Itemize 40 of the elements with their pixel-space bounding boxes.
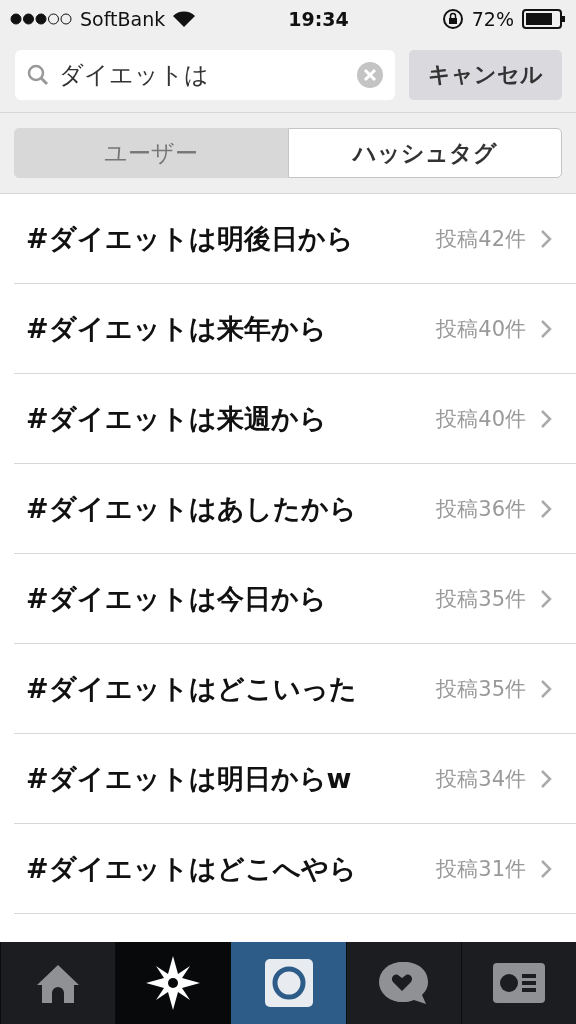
heart-bubble-icon <box>377 960 430 1006</box>
hashtag-label[interactable]: #ダイエットは今日から <box>14 580 437 617</box>
post-count: 投稿34件 <box>436 765 526 793</box>
post-count: 投稿35件 <box>436 585 526 613</box>
carrier-name: SoftBank <box>80 8 166 30</box>
post-count: 投稿36件 <box>436 495 526 523</box>
hashtag-label[interactable]: #ダイエットは来週から <box>14 400 437 437</box>
chevron-icon <box>540 318 552 339</box>
cancel-button[interactable]: キャンセル <box>409 50 562 100</box>
post-count: 投稿40件 <box>436 405 526 433</box>
post-count: 投稿35件 <box>436 675 526 703</box>
profile-card-icon <box>492 963 545 1003</box>
post-count: 投稿31件 <box>436 855 526 883</box>
hashtag-label[interactable]: #ダイエットは明日からw <box>14 760 437 797</box>
tab-bar-item[interactable] <box>115 942 231 1024</box>
compass-star-icon <box>146 956 201 1010</box>
chevron-icon <box>540 228 552 249</box>
chevron-icon <box>540 678 552 699</box>
battery-percent: 72% <box>471 8 514 30</box>
chevron-icon <box>540 768 552 789</box>
wifi-icon <box>173 11 196 27</box>
camera-icon <box>264 959 313 1007</box>
chevron-icon <box>540 408 552 429</box>
rotation-lock-icon <box>441 8 464 30</box>
chevron-icon <box>540 588 552 609</box>
search-field[interactable]: ダイエットは <box>15 50 395 100</box>
status-time: 19:34 <box>288 8 349 30</box>
post-count: 投稿42件 <box>436 225 526 253</box>
hashtag-label[interactable]: #ダイエットはどこへやら <box>14 850 437 887</box>
hashtag-label[interactable]: #ダイエットはどこいった <box>14 670 437 707</box>
hashtag-label[interactable]: #ダイエットは明後日から <box>14 220 437 257</box>
chevron-icon <box>540 858 552 879</box>
segment-tab[interactable]: ハッシュタグ <box>288 128 562 178</box>
signal-icon <box>10 13 72 25</box>
hashtag-label[interactable]: #ダイエットは来年から <box>14 310 437 347</box>
hashtag-label[interactable]: #ダイエットはあしたから <box>14 490 437 527</box>
battery-icon <box>522 9 566 29</box>
chevron-icon <box>540 498 552 519</box>
post-count: 投稿40件 <box>436 315 526 343</box>
search-icon <box>27 64 49 86</box>
